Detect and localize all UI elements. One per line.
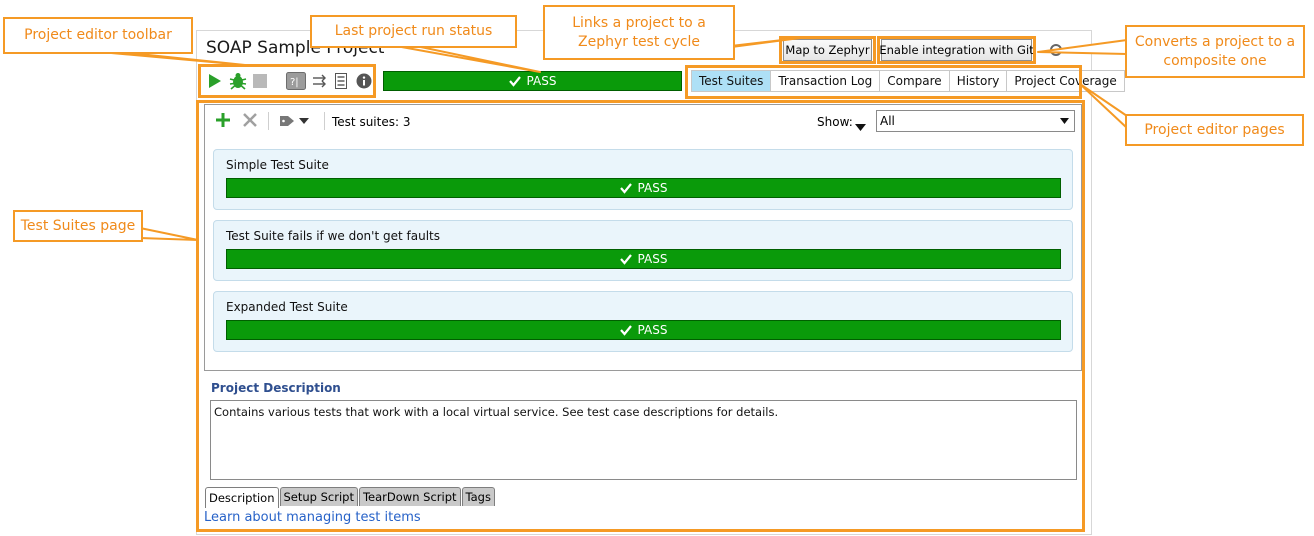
callout-zephyr: Links a project to a Zephyr test cycle <box>543 5 735 60</box>
callout-last-run-status: Last project run status <box>310 15 517 48</box>
callout-editor-pages: Project editor pages <box>1125 114 1304 146</box>
callout-pointers <box>99 37 1128 241</box>
callout-composite: Converts a project to a composite one <box>1125 25 1305 78</box>
callout-toolbar: Project editor toolbar <box>3 17 193 54</box>
callout-suites-page: Test Suites page <box>13 210 143 242</box>
